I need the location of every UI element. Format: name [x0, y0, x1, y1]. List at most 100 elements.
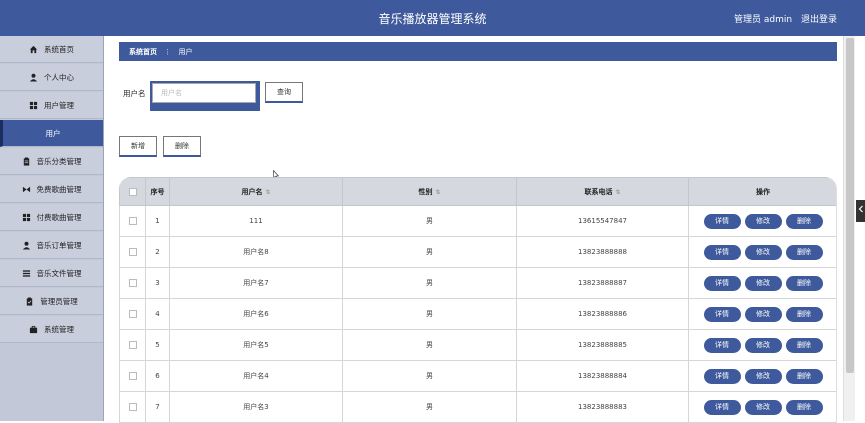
edit-button[interactable]: 修改 — [744, 244, 782, 260]
sidebar-item-label: 音乐文件管理 — [36, 268, 82, 278]
add-button[interactable]: 新增 — [119, 136, 157, 157]
delete-button[interactable]: 删除 — [785, 244, 823, 260]
row-select-cell — [119, 267, 146, 299]
detail-button[interactable]: 详情 — [703, 275, 741, 291]
edit-button[interactable]: 修改 — [744, 337, 782, 353]
row-checkbox[interactable] — [128, 341, 137, 349]
detail-button[interactable]: 详情 — [703, 244, 741, 260]
sidebar-item-label: 付费歌曲管理 — [36, 212, 82, 222]
query-button[interactable]: 查询 — [265, 82, 303, 103]
top-header: 音乐播放器管理系统 管理员 admin 退出登录 — [0, 0, 865, 36]
cell-username: 用户名6 — [169, 298, 343, 330]
edit-button[interactable]: 修改 — [744, 399, 782, 415]
delete-button[interactable]: 删除 — [785, 213, 823, 229]
row-checkbox[interactable] — [128, 279, 137, 287]
row-checkbox[interactable] — [128, 403, 137, 411]
detail-button[interactable]: 详情 — [703, 399, 741, 415]
sidebar-item-music-files[interactable]: 音乐文件管理 — [0, 260, 103, 287]
cell-index: 6 — [145, 360, 170, 392]
cell-phone: 13823888887 — [516, 267, 689, 299]
logout-link[interactable]: 退出登录 — [801, 15, 837, 25]
cell-ops: 详情 修改 删除 — [688, 267, 836, 299]
cell-username: 用户名8 — [169, 236, 343, 268]
cell-index: 1 — [145, 205, 170, 237]
cell-index: 3 — [145, 267, 170, 299]
side-toggle-handle[interactable] — [856, 200, 865, 222]
sidebar-item-music-orders[interactable]: 音乐订单管理 — [0, 232, 103, 259]
row-checkbox[interactable] — [128, 217, 137, 225]
clipboard-icon — [25, 296, 34, 306]
main-content: 系统首页 ⋮ 用户 用户名 查询 新增 删除 序号 用户名⇅ 性别⇅ 联系电话⇅… — [108, 36, 843, 423]
sidebar-item-label: 音乐订单管理 — [36, 240, 82, 250]
batch-delete-button[interactable]: 删除 — [163, 136, 201, 157]
user-table-container: 序号 用户名 ⇅ 性别 ⇅ 联系电话 ⇅ 操作 1 111 男 13615547847 详情修… — [119, 177, 837, 423]
detail-button[interactable]: 详情 — [703, 368, 741, 384]
sidebar-item-label: 管理员管理 — [40, 296, 78, 306]
delete-button[interactable]: 删除 — [785, 337, 823, 353]
cell-ops: 详情 修改 删除 — [688, 391, 836, 423]
cell-gender: 男 — [342, 236, 517, 268]
cell-username: 111 — [169, 205, 343, 237]
delete-button[interactable]: 删除 — [785, 275, 823, 291]
sidebar-item-free-songs[interactable]: 免费歌曲管理 — [0, 176, 103, 203]
cell-ops: 详情 修改 删除 — [688, 329, 836, 361]
header-phone[interactable]: 联系电话 ⇅ — [516, 177, 689, 206]
header-gender-label: 性别 — [418, 187, 433, 196]
edit-button[interactable]: 修改 — [744, 213, 782, 229]
sidebar-item-paid-songs[interactable]: 付费歌曲管理 — [0, 204, 103, 231]
sidebar-item-home[interactable]: 系统首页 — [0, 36, 103, 63]
chevron-left-icon — [858, 205, 863, 213]
sidebar-item-users[interactable]: 用户 — [0, 120, 103, 147]
detail-button[interactable]: 详情 — [703, 306, 741, 322]
cell-phone: 13615547847 — [516, 205, 689, 237]
sidebar-item-profile[interactable]: 个人中心 — [0, 64, 103, 91]
row-select-cell — [119, 236, 146, 268]
detail-button[interactable]: 详情 — [703, 213, 741, 229]
cell-phone: 13823888883 — [516, 391, 689, 423]
edit-button[interactable]: 修改 — [744, 368, 782, 384]
bowtie-icon — [22, 185, 31, 194]
clipboard-icon — [22, 156, 31, 166]
row-select-cell — [119, 360, 146, 392]
delete-button[interactable]: 删除 — [785, 368, 823, 384]
sidebar-item-label: 系统管理 — [44, 324, 74, 334]
breadcrumb-home[interactable]: 系统首页 — [129, 48, 157, 56]
table-row: 3 用户名7 男 13823888887 详情 修改 删除 — [119, 267, 836, 299]
search-input-wrapper — [150, 81, 260, 111]
user-icon — [29, 73, 38, 82]
header-gender[interactable]: 性别 ⇅ — [342, 177, 517, 206]
table-row: 2 用户名8 男 13823888888 详情 修改 删除 — [119, 236, 836, 268]
sidebar-item-system-management[interactable]: 系统管理 — [0, 316, 103, 343]
sort-icon: ⇅ — [435, 188, 441, 196]
delete-button[interactable]: 删除 — [785, 399, 823, 415]
header-username[interactable]: 用户名 ⇅ — [169, 177, 343, 206]
cell-index: 4 — [145, 298, 170, 330]
cell-index: 7 — [145, 391, 170, 423]
delete-button[interactable]: 删除 — [785, 306, 823, 322]
sidebar-item-admin-management[interactable]: 管理员管理 — [0, 288, 103, 315]
row-checkbox[interactable] — [128, 372, 137, 380]
table-row: 7 用户名3 男 13823888883 详情 修改 删除 — [119, 391, 836, 423]
header-index: 序号 — [145, 177, 170, 206]
row-checkbox[interactable] — [128, 248, 137, 256]
edit-button[interactable]: 修改 — [744, 306, 782, 322]
header-username-label: 用户名 — [241, 187, 263, 196]
table-row: 6 用户名4 男 13823888884 详情 修改 删除 — [119, 360, 836, 392]
table-row: 1 111 男 13615547847 详情 修改 删除 — [119, 205, 836, 237]
scrollbar-thumb[interactable] — [846, 38, 854, 373]
cell-gender: 男 — [342, 267, 517, 299]
cell-username: 用户名3 — [169, 391, 343, 423]
page-scrollbar[interactable] — [843, 36, 855, 421]
header-phone-label: 联系电话 — [584, 187, 613, 196]
username-search-input[interactable] — [152, 83, 256, 103]
cell-index: 2 — [145, 236, 170, 268]
grid-icon — [29, 101, 38, 110]
select-all-checkbox[interactable] — [128, 187, 137, 196]
header-ops: 操作 — [688, 177, 836, 206]
search-label: 用户名 — [123, 89, 146, 98]
sidebar-item-user-management[interactable]: 用户管理 — [0, 92, 103, 119]
edit-button[interactable]: 修改 — [744, 275, 782, 291]
sidebar-item-music-category[interactable]: 音乐分类管理 — [0, 148, 103, 175]
detail-button[interactable]: 详情 — [703, 337, 741, 353]
row-checkbox[interactable] — [128, 310, 137, 318]
